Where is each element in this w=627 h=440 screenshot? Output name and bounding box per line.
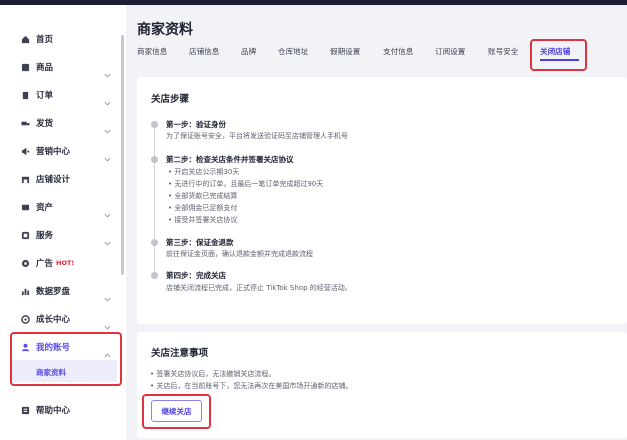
tab-store-info[interactable]: 店铺信息 bbox=[189, 46, 219, 57]
tab-warehouse-address[interactable]: 仓库地址 bbox=[278, 46, 308, 57]
sidebar-item-home[interactable]: 首页 bbox=[0, 26, 126, 52]
close-notes-title: 关店注意事项 bbox=[151, 348, 209, 359]
tab-holiday-settings[interactable]: 假期设置 bbox=[330, 46, 360, 57]
chevron-down-icon bbox=[104, 148, 111, 161]
highlight-box-close-store-tab bbox=[530, 39, 587, 71]
step2-bullet: • 无进行中的订单，且最后一笔订单完成超过90天 bbox=[168, 180, 324, 188]
chevron-down-icon bbox=[104, 232, 111, 245]
chevron-down-icon bbox=[104, 64, 111, 77]
sidebar-item-store-design[interactable]: 店铺设计 bbox=[0, 166, 126, 192]
step2-bullet: • 接受并签署关店协议 bbox=[168, 216, 238, 224]
marketing-icon bbox=[21, 147, 30, 156]
step-dot bbox=[151, 272, 158, 279]
close-steps-title: 关店步骤 bbox=[151, 94, 190, 105]
sidebar-item-label: 商品 bbox=[36, 63, 54, 73]
page-title: 商家资料 bbox=[137, 22, 193, 38]
step4-title: 第四步：完成关店 bbox=[166, 271, 226, 280]
sidebar-item-orders[interactable]: 订单 bbox=[0, 82, 126, 108]
steps-timeline-line bbox=[154, 124, 155, 276]
ads-icon bbox=[21, 259, 30, 268]
sidebar-item-label: 订单 bbox=[36, 91, 54, 101]
sidebar-item-label: 帮助中心 bbox=[36, 406, 71, 416]
step4-text: 店铺关闭流程已完成，正式停止 TikTok Shop 的经营活动。 bbox=[166, 284, 352, 292]
step-dot bbox=[151, 239, 158, 246]
step2-bullet: • 全部货款已完成结算 bbox=[168, 192, 238, 200]
highlight-box-continue-button bbox=[142, 394, 211, 429]
data-compass-icon bbox=[21, 287, 30, 296]
sidebar-item-service[interactable]: 服务 bbox=[0, 222, 126, 248]
sidebar-item-shipping[interactable]: 发货 bbox=[0, 110, 126, 136]
sidebar-item-assets[interactable]: 资产 bbox=[0, 194, 126, 220]
sidebar-item-label: 营销中心 bbox=[36, 147, 71, 157]
tab-brand[interactable]: 品牌 bbox=[241, 46, 256, 57]
note-item: • 签署关店协议后，无法撤销关店流程。 bbox=[150, 370, 276, 378]
step-dot bbox=[151, 156, 158, 163]
sidebar-item-label: 数据罗盘 bbox=[36, 287, 71, 297]
sidebar-item-data-compass[interactable]: 数据罗盘 bbox=[0, 278, 126, 304]
sidebar-item-ads[interactable]: 广告 HOT! bbox=[0, 250, 126, 276]
step1-text: 为了保证账号安全，平台将发送验证码至店铺管理人手机号 bbox=[166, 132, 348, 140]
tab-subscription-settings[interactable]: 订阅设置 bbox=[435, 46, 465, 57]
tab-payment-info[interactable]: 支付信息 bbox=[383, 46, 413, 57]
sidebar-item-label: 店铺设计 bbox=[36, 175, 71, 185]
sidebar-item-label: 广告 bbox=[36, 259, 54, 269]
home-icon bbox=[21, 35, 30, 44]
chevron-down-icon bbox=[104, 120, 111, 133]
note-item: • 关店后，在当前账号下，您无法再次在美国市场开通新的店铺。 bbox=[150, 382, 353, 390]
sidebar-item-marketing[interactable]: 营销中心 bbox=[0, 138, 126, 164]
step2-bullet: • 全部佣金已足额支付 bbox=[168, 204, 238, 212]
order-icon bbox=[21, 91, 30, 100]
sidebar-scrollbar[interactable] bbox=[121, 35, 124, 275]
chevron-down-icon bbox=[104, 92, 111, 105]
sidebar-item-label: 首页 bbox=[36, 35, 54, 45]
sidebar-item-growth[interactable]: 成长中心 bbox=[0, 306, 126, 332]
step3-text: 前往保证金页面，确认退款金额并完成退款流程 bbox=[166, 250, 313, 258]
step-dot bbox=[151, 121, 158, 128]
sidebar-item-label: 发货 bbox=[36, 119, 54, 129]
growth-icon bbox=[21, 314, 30, 324]
product-icon bbox=[21, 63, 30, 72]
sidebar-item-label: 资产 bbox=[36, 203, 54, 213]
hot-badge: HOT! bbox=[56, 259, 75, 267]
service-icon bbox=[21, 231, 30, 240]
store-design-icon bbox=[21, 175, 30, 184]
tab-account-security[interactable]: 账号安全 bbox=[488, 46, 518, 57]
chevron-down-icon bbox=[104, 288, 111, 301]
step3-title: 第三步：保证金退款 bbox=[166, 238, 234, 247]
highlight-box-account bbox=[10, 332, 122, 386]
sidebar-item-label: 成长中心 bbox=[36, 315, 71, 325]
step2-bullet: • 开启关店公示期30天 bbox=[168, 168, 240, 176]
assets-icon bbox=[21, 203, 30, 212]
chevron-down-icon bbox=[104, 316, 111, 329]
tab-merchant-info[interactable]: 商家信息 bbox=[137, 46, 167, 57]
shipping-icon bbox=[21, 119, 30, 128]
sidebar-item-help[interactable]: 帮助中心 bbox=[0, 397, 126, 423]
chevron-down-icon bbox=[104, 204, 111, 217]
help-icon bbox=[21, 406, 30, 415]
step2-title: 第二步：检查关店条件并签署关店协议 bbox=[166, 155, 294, 164]
sidebar-item-label: 服务 bbox=[36, 231, 54, 241]
step1-title: 第一步：验证身份 bbox=[166, 120, 226, 129]
sidebar-item-products[interactable]: 商品 bbox=[0, 54, 126, 80]
